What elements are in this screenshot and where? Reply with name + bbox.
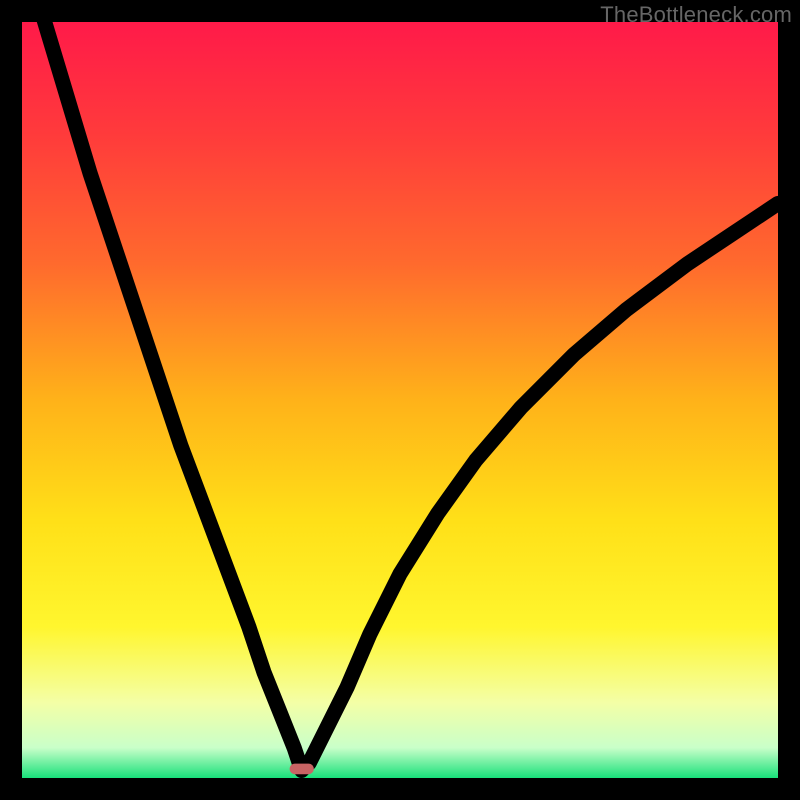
chart-frame: TheBottleneck.com: [0, 0, 800, 800]
bottleneck-curve: [22, 0, 778, 770]
optimum-marker: [290, 764, 314, 775]
curve-layer: [22, 22, 778, 778]
